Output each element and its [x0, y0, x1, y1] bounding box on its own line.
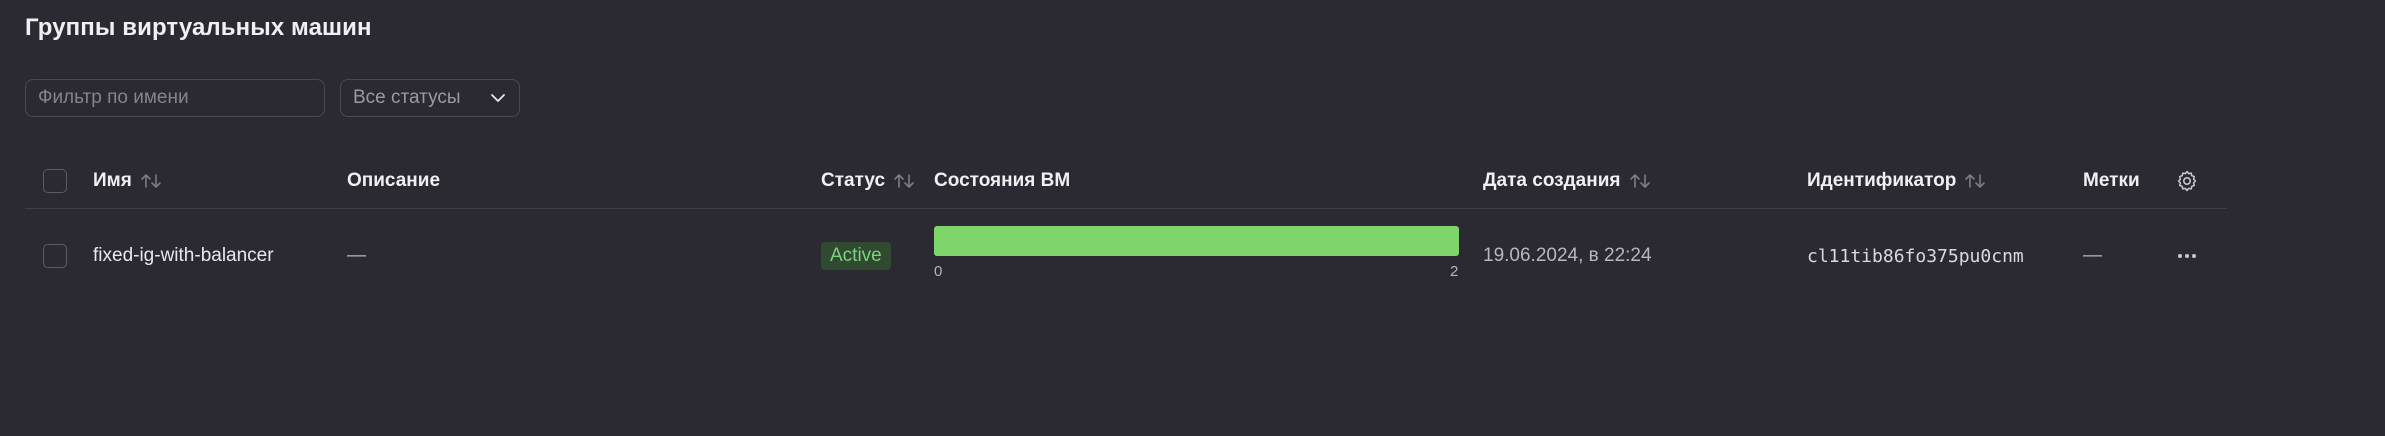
row-actions-button[interactable] — [2175, 209, 2199, 303]
vm-states-bar — [934, 226, 1459, 256]
table-settings-button[interactable] — [2175, 154, 2199, 208]
sort-icon[interactable] — [140, 171, 162, 191]
column-header-vm-states: Состояния ВМ — [934, 170, 1071, 191]
column-header-name: Имя — [93, 154, 162, 208]
status-filter-value: Все статусы — [353, 87, 461, 108]
name-filter-input[interactable] — [25, 79, 325, 117]
status-badge: Active — [821, 242, 891, 270]
table-header: Имя Описание Статус Состояния ВМ Дата со… — [25, 154, 2227, 209]
chevron-down-icon — [489, 89, 507, 107]
column-header-id: Идентификатор — [1807, 154, 1986, 208]
instance-group-name[interactable]: fixed-ig-with-balancer — [93, 209, 274, 303]
row-checkbox[interactable] — [43, 244, 67, 268]
page-title: Группы виртуальных машин — [25, 14, 372, 41]
instance-group-id: cl11tib86fo375pu0cnm — [1807, 245, 2024, 267]
sort-icon[interactable] — [893, 171, 915, 191]
column-header-labels: Метки — [2083, 170, 2140, 191]
vm-states-min-label: 0 — [934, 263, 943, 280]
column-header-description: Описание — [347, 170, 441, 191]
sort-icon[interactable] — [1629, 171, 1651, 191]
sort-icon[interactable] — [1964, 171, 1986, 191]
status-cell: Active — [821, 209, 891, 303]
vm-states-max-label: 2 — [1450, 263, 1459, 280]
table-row[interactable]: fixed-ig-with-balancer — Active 0 2 19.0… — [25, 209, 2227, 303]
instance-group-created: 19.06.2024, в 22:24 — [1483, 245, 1652, 266]
vm-states-bar-group: 0 2 — [934, 226, 1484, 280]
instance-group-description: — — [347, 245, 366, 266]
column-header-status: Статус — [821, 154, 915, 208]
column-header-created: Дата создания — [1483, 154, 1651, 208]
gear-icon[interactable] — [2175, 169, 2199, 193]
select-all-checkbox[interactable] — [43, 169, 67, 193]
instance-group-labels: — — [2083, 245, 2102, 266]
status-filter-select[interactable]: Все статусы — [340, 79, 520, 117]
more-horizontal-icon[interactable] — [2175, 244, 2199, 268]
